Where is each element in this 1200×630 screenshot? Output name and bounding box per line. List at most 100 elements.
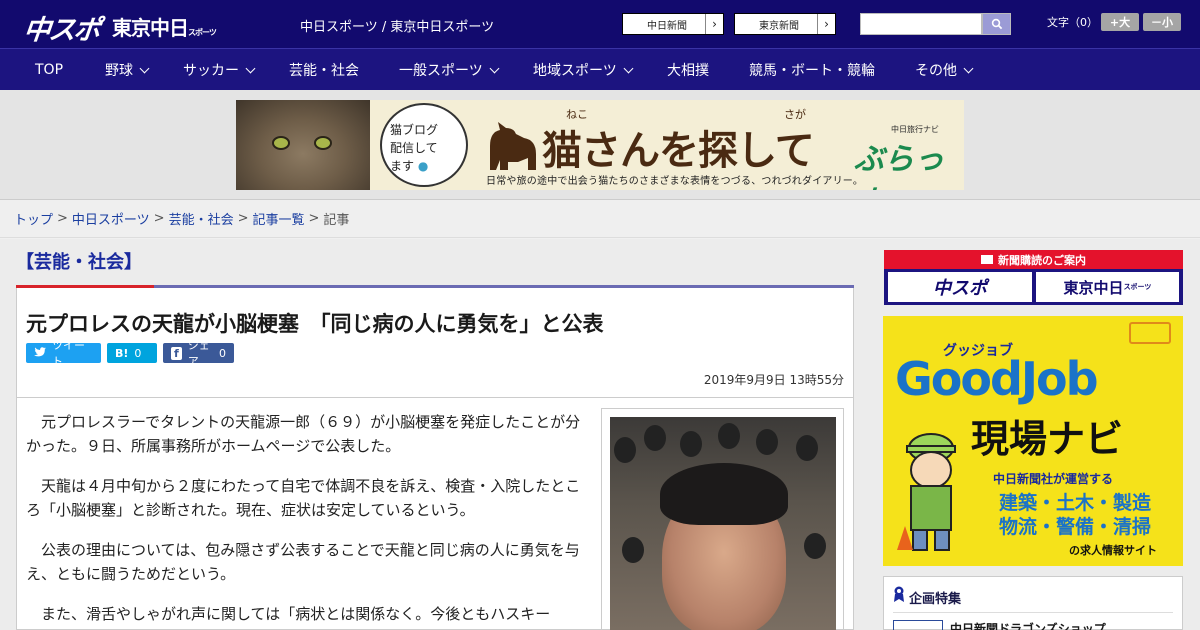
- article-paragraph: 天龍は４月中旬から２度にわたって自宅で体調不良を訴え、検査・入院したところ「小脳…: [26, 477, 581, 519]
- nav-item-racing[interactable]: 競馬・ボート・競輪: [749, 49, 875, 91]
- search-button[interactable]: [982, 13, 1011, 35]
- speech-line: 猫ブログ: [390, 123, 439, 137]
- crowd-figure: [804, 533, 826, 559]
- chevron-right-icon: ›: [705, 14, 723, 34]
- feature-item-link[interactable]: 中日新聞ドラゴンズショップ: [950, 620, 1106, 630]
- ad-brand: ぶらっ人: [854, 142, 944, 190]
- crowd-figure: [680, 431, 702, 457]
- goodjob-logo: GoodJob: [895, 352, 1099, 406]
- feature-thumbnail[interactable]: [893, 620, 943, 630]
- chevron-down-icon: [963, 63, 974, 73]
- nav-label: TOP: [35, 62, 64, 78]
- truck-icon: [1129, 322, 1171, 344]
- chuspo-logo[interactable]: 中スポ: [22, 8, 101, 47]
- article-title: 元プロレスの天龍が小脳梗塞 「同じ病の人に勇気を」と公表: [26, 312, 604, 336]
- chunichi-shimbun-label: 中日新聞: [647, 20, 687, 32]
- ad-subtitle: 日常や旅の途中で出会う猫たちのさまざまな表情をつづる、つれづれダイアリー。: [486, 176, 864, 187]
- hatena-bookmark-button[interactable]: B! 0: [107, 343, 157, 363]
- goodjob-ad-banner[interactable]: グッジョブ GoodJob 現場ナビ 中日新聞社が運営する 建築・土木・製造 物…: [883, 316, 1183, 566]
- article-paragraph: 公表の理由については、包み隠さず公表することで天龍と同じ病の人に勇気を与え、とも…: [26, 541, 580, 583]
- breadcrumb-separator: >: [57, 211, 68, 226]
- worker-illustration: [897, 433, 956, 551]
- facebook-share-button[interactable]: f シェア 0: [163, 339, 234, 368]
- paw-icon: ●: [417, 159, 429, 173]
- crowd-figure: [718, 423, 740, 449]
- nav-item-general-sports[interactable]: 一般スポーツ: [399, 49, 500, 91]
- cat-photo: [236, 100, 370, 190]
- subscription-chuspo[interactable]: 中スポ: [888, 272, 1032, 302]
- main-nav: TOP 野球 サッカー 芸能・社会 一般スポーツ 地域スポーツ 大相撲 競馬・ボ…: [0, 48, 1200, 90]
- breadcrumb-top[interactable]: トップ: [14, 209, 53, 228]
- breadcrumb-separator: >: [237, 211, 249, 226]
- subscription-tokyo-label: 東京中日: [1063, 278, 1124, 297]
- newspaper-icon: [981, 255, 993, 264]
- article-photo[interactable]: [610, 417, 836, 630]
- feature-title: 企画特集: [909, 592, 962, 607]
- ad-title: 猫さんを探して: [542, 128, 815, 174]
- breadcrumb-entertainment[interactable]: 芸能・社会: [169, 209, 234, 228]
- tweet-button[interactable]: ツイート: [26, 339, 101, 368]
- breadcrumb: トップ > 中日スポーツ > 芸能・社会 > 記事一覧 > 記事: [0, 200, 1200, 238]
- chevron-right-icon: ›: [817, 14, 835, 34]
- twitter-icon: [34, 346, 46, 360]
- subscription-tokyo-chunichi[interactable]: 東京中日 スポーツ: [1036, 272, 1179, 302]
- nav-label: サッカー: [183, 63, 239, 79]
- nav-item-other[interactable]: その他: [915, 49, 974, 91]
- search-input[interactable]: [860, 13, 982, 35]
- article-date: 2019年9月9日 13時55分: [703, 373, 844, 387]
- hatena-icon: B!: [115, 346, 129, 360]
- font-bigger-button[interactable]: +大: [1101, 13, 1139, 31]
- cat-eye: [314, 136, 332, 150]
- category-heading: 【芸能・社会】: [16, 252, 142, 273]
- breadcrumb-current: 記事: [323, 213, 350, 228]
- nav-label: 競馬・ボート・競輪: [749, 63, 875, 79]
- hatena-count: 0: [134, 346, 142, 360]
- ad-zone: 猫ブログ 配信して ます ● ねこ さが 猫さんを探して 中日旅行ナビ ぶらっ人…: [0, 90, 1200, 200]
- crowd-figure: [796, 435, 818, 461]
- breadcrumb-separator: >: [153, 211, 165, 226]
- facebook-share-label: シェア: [187, 339, 210, 368]
- nav-item-soccer[interactable]: サッカー: [183, 49, 256, 91]
- crowd-figure: [644, 425, 666, 451]
- facebook-icon: f: [171, 346, 182, 360]
- nav-label: その他: [915, 63, 957, 79]
- cat-blog-ad-banner[interactable]: 猫ブログ 配信して ます ● ねこ さが 猫さんを探して 中日旅行ナビ ぶらっ人…: [236, 100, 964, 190]
- chevron-down-icon: [623, 63, 634, 73]
- nav-item-local-sports[interactable]: 地域スポーツ: [533, 49, 634, 91]
- speech-bubble: 猫ブログ 配信して ます ●: [380, 103, 468, 187]
- nav-label: 一般スポーツ: [399, 63, 483, 79]
- goodjob-jobs-2: 物流・警備・清掃: [999, 516, 1152, 538]
- speech-line: 配信して: [390, 141, 438, 155]
- goodjob-tagline: 中日新聞社が運営する: [993, 472, 1114, 486]
- tokyo-shimbun-link[interactable]: 東京新聞 ›: [734, 13, 836, 35]
- nav-item-top[interactable]: TOP: [35, 49, 63, 91]
- chunichi-shimbun-link[interactable]: 中日新聞 ›: [622, 13, 724, 35]
- nav-label: 野球: [105, 63, 133, 79]
- facebook-count: 0: [219, 346, 226, 360]
- nav-item-entertainment[interactable]: 芸能・社会: [289, 49, 359, 91]
- breadcrumb-article-list[interactable]: 記事一覧: [253, 209, 305, 228]
- crowd-figure: [756, 429, 778, 455]
- article-paragraph: 元プロレスラーでタレントの天龍源一郎（６９）が小脳梗塞を発症したことが分かった。…: [26, 413, 581, 455]
- nav-item-baseball[interactable]: 野球: [105, 49, 150, 91]
- nav-label: 芸能・社会: [289, 63, 359, 79]
- chevron-down-icon: [139, 63, 150, 73]
- goodjob-navi: 現場ナビ: [971, 417, 1124, 461]
- tokyo-chunichi-logo[interactable]: 東京中日スポーツ: [112, 12, 217, 41]
- nav-item-sumo[interactable]: 大相撲: [667, 49, 709, 91]
- font-size-label: 文字（0）: [1047, 16, 1098, 29]
- font-smaller-button[interactable]: －小: [1143, 13, 1181, 31]
- cat-eye: [272, 136, 290, 150]
- subscription-tokyo-suffix: スポーツ: [1123, 283, 1152, 291]
- site-title[interactable]: 中日スポーツ / 東京中日スポーツ: [300, 16, 494, 35]
- breadcrumb-chunichi-sports[interactable]: 中日スポーツ: [72, 209, 150, 228]
- nav-label: 地域スポーツ: [533, 63, 617, 79]
- person-hair: [660, 463, 788, 525]
- ribbon-icon: [894, 586, 904, 602]
- crowd-figure: [622, 537, 644, 563]
- top-header: 中スポ 東京中日スポーツ 中日スポーツ / 東京中日スポーツ 中日新聞 › 東京…: [0, 0, 1200, 48]
- breadcrumb-separator: >: [308, 211, 320, 226]
- goodjob-jobs-1: 建築・土木・製造: [999, 492, 1152, 514]
- chevron-down-icon: [245, 63, 256, 73]
- speech-line: ます ●: [390, 159, 429, 173]
